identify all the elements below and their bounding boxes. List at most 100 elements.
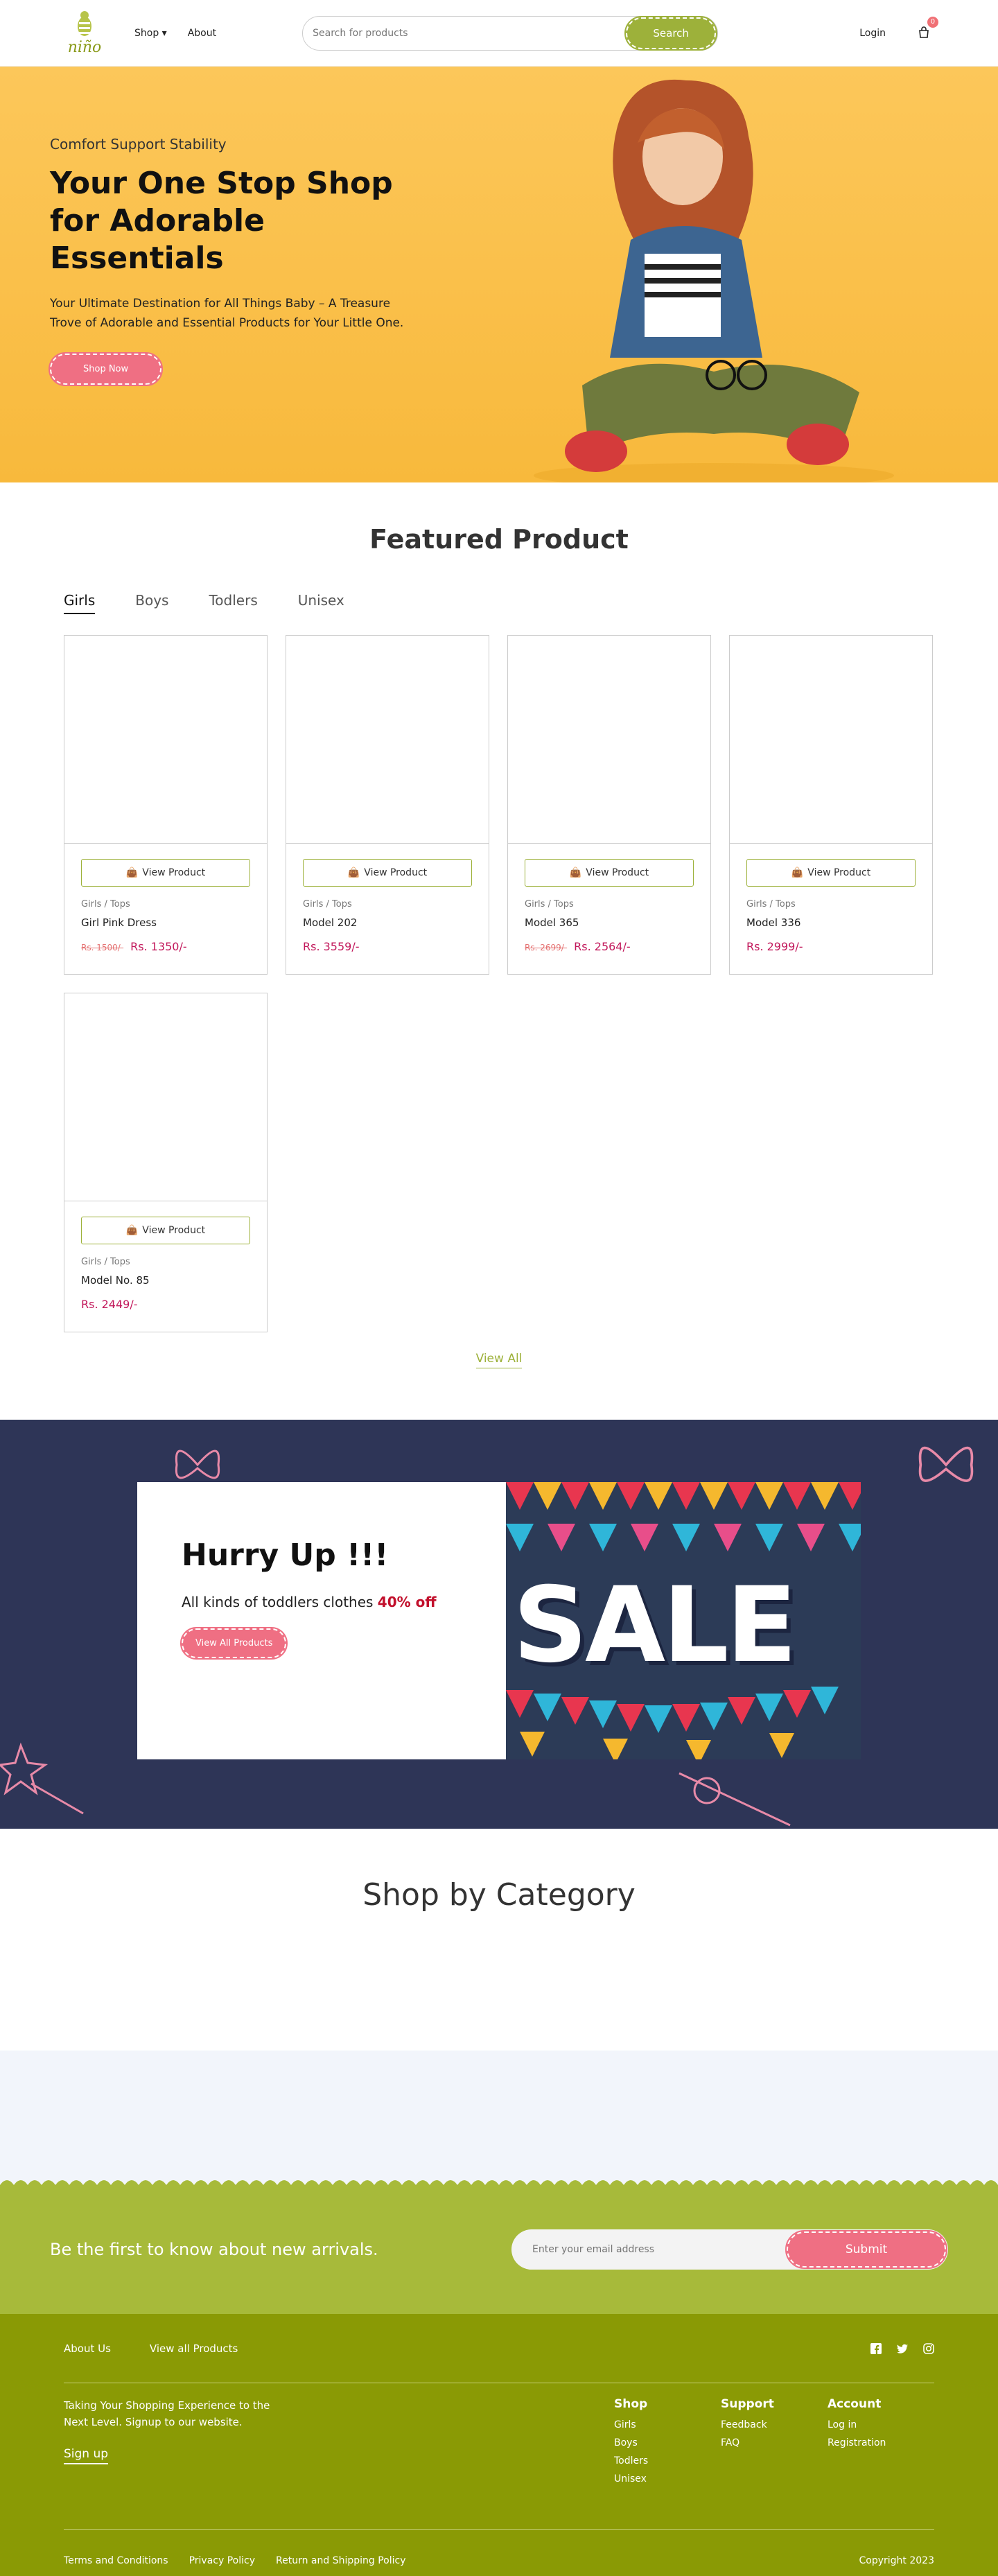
newsletter-section: Be the first to know about new arrivals.… [0, 2185, 998, 2314]
terms-link[interactable]: Terms and Conditions [64, 2555, 168, 2566]
twitter-icon[interactable] [897, 2343, 908, 2354]
product-image[interactable] [508, 636, 710, 844]
email-input[interactable] [532, 2244, 787, 2255]
view-product-button[interactable]: 👜 View Product [81, 1217, 250, 1244]
footer-col-support: Support Feedback FAQ [721, 2397, 828, 2491]
footer-link[interactable]: Girls [614, 2419, 721, 2430]
hero-subtitle: Comfort Support Stability [50, 136, 227, 153]
product-price: Rs. 2449/- [81, 1298, 250, 1311]
footer-link-about[interactable]: About Us [64, 2342, 111, 2355]
old-price: Rs. 2699/- [525, 943, 568, 952]
shopping-bag-icon [919, 26, 929, 38]
footer-col-title: Account [828, 2397, 882, 2411]
tab-boys[interactable]: Boys [135, 592, 168, 614]
product-name[interactable]: Model 202 [303, 916, 472, 929]
product-card[interactable]: 👜 View Product Girls / Tops Girl Pink Dre… [64, 635, 268, 975]
tab-todlers[interactable]: Todlers [209, 592, 257, 614]
view-product-label: View Product [807, 867, 871, 878]
product-category: Girls / Tops [525, 899, 574, 910]
sale-line-text: All kinds of toddlers clothes [182, 1594, 374, 1610]
sale-box: Hurry Up !!! All kinds of toddlers cloth… [137, 1482, 861, 1759]
logo-icon [78, 11, 91, 36]
footer-middle: Taking Your Shopping Experience to the N… [64, 2383, 934, 2491]
product-grid: 👜 View Product Girls / Tops Girl Pink Dre… [64, 635, 998, 1332]
caret-down-icon: ▾ [161, 27, 167, 39]
footer-link[interactable]: Boys [614, 2437, 721, 2448]
product-category: Girls / Tops [81, 1257, 130, 1267]
search-bar: Search [302, 15, 719, 51]
category-title: Shop by Category [362, 1877, 636, 1913]
footer-link[interactable]: Log in [828, 2419, 934, 2430]
tab-unisex[interactable]: Unisex [298, 592, 344, 614]
instagram-icon[interactable] [923, 2342, 934, 2354]
footer-signup-link[interactable]: Sign up [64, 2447, 109, 2464]
product-category: Girls / Tops [81, 899, 130, 910]
product-name[interactable]: Model 336 [746, 916, 916, 929]
nav-about[interactable]: About [188, 28, 216, 39]
product-price: Rs. 3559/- [303, 940, 472, 953]
wave-divider [0, 2175, 998, 2185]
product-price: Rs. 2999/- [746, 940, 916, 953]
product-name[interactable]: Girl Pink Dress [81, 916, 250, 929]
login-link[interactable]: Login [859, 28, 886, 39]
footer-link[interactable]: Registration [828, 2437, 934, 2448]
nav-shop[interactable]: Shop ▾ [134, 28, 167, 39]
product-name[interactable]: Model No. 85 [81, 1274, 250, 1287]
search-button[interactable]: Search [624, 15, 718, 51]
product-card[interactable]: 👜 View Product Girls / Tops Model 336 Rs.… [729, 635, 933, 975]
hero-girl-image [534, 79, 894, 482]
footer-link[interactable]: Unisex [614, 2473, 721, 2484]
bag-icon: 👜 [125, 867, 139, 878]
view-product-button[interactable]: 👜 View Product [303, 859, 472, 887]
view-product-button[interactable]: 👜 View Product [81, 859, 250, 887]
footer-link[interactable]: Todlers [614, 2455, 721, 2466]
sale-text-panel: Hurry Up !!! All kinds of toddlers cloth… [137, 1482, 506, 1759]
footer-link-products[interactable]: View all Products [150, 2342, 238, 2355]
nav-shop-label: Shop [134, 27, 159, 39]
return-policy-link[interactable]: Return and Shipping Policy [276, 2555, 406, 2566]
view-product-button[interactable]: 👜 View Product [525, 859, 694, 887]
footer-link[interactable]: Feedback [721, 2419, 828, 2430]
product-category: Girls / Tops [746, 899, 796, 910]
star-wand-icon [0, 1742, 84, 1815]
view-product-label: View Product [586, 867, 649, 878]
header-right: Login 0 [859, 16, 938, 40]
footer-about: Taking Your Shopping Experience to the N… [64, 2397, 272, 2491]
view-product-label: View Product [364, 867, 428, 878]
tab-girls[interactable]: Girls [64, 592, 96, 614]
product-card[interactable]: 👜 View Product Girls / Tops Model 365 Rs.… [507, 635, 711, 975]
product-image[interactable] [64, 636, 267, 844]
product-name[interactable]: Model 365 [525, 916, 694, 929]
view-product-label: View Product [142, 1225, 206, 1236]
privacy-link[interactable]: Privacy Policy [189, 2555, 255, 2566]
facebook-icon[interactable] [870, 2342, 882, 2354]
product-card[interactable]: 👜 View Product Girls / Tops Model No. 85 … [64, 993, 268, 1332]
copyright: Copyright 2023 [859, 2555, 935, 2566]
hero-title: Your One Stop Shop for Adorable Essentia… [50, 166, 393, 276]
shop-now-button[interactable]: Shop Now [48, 352, 164, 386]
logo[interactable]: niño [64, 4, 105, 62]
product-body: 👜 View Product Girls / Tops Model 336 Rs.… [730, 844, 932, 968]
cart-button[interactable]: 0 [918, 16, 938, 40]
product-image[interactable] [286, 636, 489, 844]
view-product-button[interactable]: 👜 View Product [746, 859, 916, 887]
sale-image-text: SALE [513, 1565, 797, 1686]
footer-tagline: Taking Your Shopping Experience to the N… [64, 2399, 270, 2428]
view-all-products-button[interactable]: View All Products [180, 1627, 288, 1660]
product-card[interactable]: 👜 View Product Girls / Tops Model 202 Rs.… [286, 635, 489, 975]
bag-icon: 👜 [347, 867, 360, 878]
sale-image: SALE [506, 1482, 861, 1759]
view-all-link[interactable]: View All [475, 1352, 523, 1368]
product-image[interactable] [730, 636, 932, 844]
footer-columns: Shop Girls Boys Todlers Unisex Support F… [614, 2397, 934, 2491]
footer-link[interactable]: FAQ [721, 2437, 828, 2448]
sale-description: All kinds of toddlers clothes 40% off [182, 1594, 462, 1610]
main-nav: Shop ▾ About [134, 28, 216, 39]
bag-icon: 👜 [125, 1225, 139, 1236]
product-image[interactable] [64, 993, 267, 1201]
submit-button[interactable]: Submit [785, 2230, 947, 2269]
search-input[interactable] [313, 27, 627, 39]
old-price: Rs. 1500/- [81, 943, 124, 952]
hero-text: Comfort Support Stability Your One Stop … [48, 136, 417, 386]
current-price: Rs. 2999/- [746, 940, 803, 953]
